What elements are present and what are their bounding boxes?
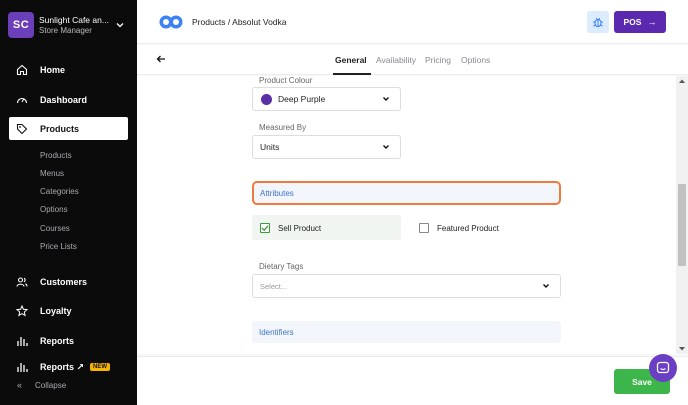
featured-product-checkbox[interactable] <box>419 223 429 233</box>
attributes-heading: Attributes <box>260 188 294 198</box>
form-footer: Save <box>137 356 688 405</box>
tabs-bar: General Availability Pricing Options <box>137 45 688 75</box>
tag-icon <box>16 123 28 135</box>
dietary-tags-label: Dietary Tags <box>259 262 304 271</box>
sidebar-item-label: Reports <box>40 335 75 346</box>
identifiers-heading: Identifiers <box>259 327 294 337</box>
sidebar-subitem-products[interactable]: Products <box>40 151 72 160</box>
sidebar-subitem-courses[interactable]: Courses <box>40 224 70 233</box>
sidebar-item-products[interactable]: Products <box>9 117 128 140</box>
bug-icon <box>593 17 603 28</box>
sidebar-subitem-price-lists[interactable]: Price Lists <box>40 242 77 251</box>
top-bar: Products / Absolut Vodka POS → <box>137 0 688 44</box>
colour-swatch <box>261 93 272 105</box>
sell-product-label: Sell Product <box>278 223 322 233</box>
org-name: Sunlight Cafe an... <box>39 15 109 25</box>
org-avatar: SC <box>8 12 34 38</box>
checkmark-icon <box>261 225 269 232</box>
arrow-left-icon[interactable] <box>156 54 166 64</box>
product-colour-label: Product Colour <box>259 76 313 85</box>
tab-pricing[interactable]: Pricing <box>425 55 451 65</box>
chevron-down-icon <box>383 97 389 101</box>
identifiers-section-header[interactable]: Identifiers <box>252 321 561 343</box>
tab-general[interactable]: General <box>335 55 367 65</box>
content-scrollbar[interactable] <box>676 76 688 354</box>
scroll-up-arrow-icon[interactable] <box>678 78 686 84</box>
measured-by-label: Measured By <box>259 123 307 132</box>
sidebar: SC Sunlight Cafe an... Store Manager Hom… <box>0 0 137 405</box>
pos-button[interactable]: POS → <box>614 11 666 33</box>
org-role: Store Manager <box>39 26 92 35</box>
sidebar-item-label: Products <box>40 123 80 134</box>
sidebar-item-customers[interactable]: Customers <box>9 270 128 293</box>
sidebar-item-label: Home <box>40 64 66 75</box>
sidebar-item-label: Dashboard <box>40 94 88 105</box>
chat-support-button[interactable] <box>649 354 677 382</box>
chat-icon <box>656 361 670 374</box>
arrow-right-icon: → <box>647 17 657 27</box>
sidebar-item-label: Reports ↗ <box>40 361 85 372</box>
app-logo <box>159 15 183 29</box>
featured-product-checkbox-row[interactable]: Featured Product <box>419 223 499 233</box>
chevron-down-icon <box>383 145 389 149</box>
sell-product-checkbox[interactable] <box>260 223 270 233</box>
sidebar-subitem-options[interactable]: Options <box>40 205 68 214</box>
dietary-tags-placeholder: Select... <box>260 281 288 291</box>
pos-button-label: POS <box>623 17 642 27</box>
tab-availability[interactable]: Availability <box>376 55 416 65</box>
double-chevron-left-icon: « <box>17 380 23 390</box>
chevron-down-icon <box>543 284 549 288</box>
sidebar-item-loyalty[interactable]: Loyalty <box>9 299 128 322</box>
bar-chart-icon <box>16 361 28 373</box>
bar-chart-icon <box>16 335 28 347</box>
org-switcher[interactable]: SC Sunlight Cafe an... Store Manager <box>8 10 132 40</box>
sidebar-item-dashboard[interactable]: Dashboard <box>9 88 128 111</box>
attributes-section-header[interactable]: Attributes <box>252 181 561 205</box>
sidebar-item-reports[interactable]: Reports <box>9 329 128 352</box>
product-colour-select[interactable]: Deep Purple <box>252 87 401 111</box>
sidebar-item-label: Loyalty <box>40 305 72 316</box>
scroll-thumb[interactable] <box>678 184 686 266</box>
bug-report-button[interactable] <box>587 11 609 33</box>
chevron-down-icon <box>116 23 124 28</box>
dietary-tags-select[interactable]: Select... <box>252 274 561 298</box>
sidebar-item-label: Customers <box>40 276 88 287</box>
measured-by-value: Units <box>260 142 280 152</box>
gauge-icon <box>16 94 28 106</box>
home-icon <box>16 64 28 76</box>
users-icon <box>16 276 28 288</box>
sidebar-item-home[interactable]: Home <box>9 58 128 81</box>
new-badge: NEW <box>90 363 111 371</box>
sidebar-item-reports-new[interactable]: Reports ↗ NEW <box>9 358 128 376</box>
featured-product-label: Featured Product <box>437 223 499 233</box>
sidebar-subitem-menus[interactable]: Menus <box>40 169 64 178</box>
tab-options[interactable]: Options <box>461 55 490 65</box>
collapse-label: Collapse <box>35 380 67 390</box>
star-icon <box>16 304 28 317</box>
active-tab-indicator <box>333 73 371 75</box>
measured-by-select[interactable]: Units <box>252 135 401 159</box>
breadcrumb[interactable]: Products / Absolut Vodka <box>192 17 287 27</box>
scroll-down-arrow-icon[interactable] <box>678 346 686 352</box>
collapse-button[interactable]: « Collapse <box>17 380 66 390</box>
product-form: Product Colour Deep Purple Measured By U… <box>137 76 676 354</box>
product-colour-value: Deep Purple <box>278 94 326 104</box>
sell-product-checkbox-row[interactable]: Sell Product <box>260 223 321 233</box>
sidebar-subitem-categories[interactable]: Categories <box>40 187 79 196</box>
